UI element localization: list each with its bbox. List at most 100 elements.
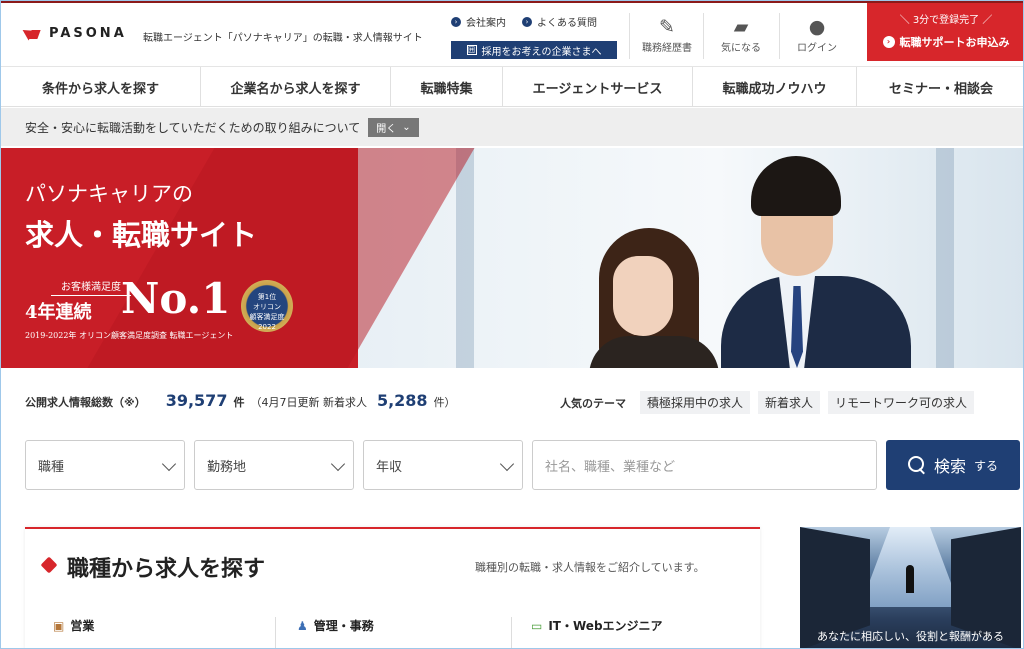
oricon-medal-icon: 第1位 オリコン 顧客満足度 2022 (241, 280, 293, 332)
hero-line-2: 求人・転職サイト (25, 218, 258, 252)
stats-new-unit: 件） (433, 396, 456, 409)
medal-rank: 第1位 (257, 293, 277, 301)
search-icon (907, 456, 926, 474)
nav-know-how[interactable]: 転職成功ノウハウ (693, 67, 857, 107)
favorites-button[interactable]: ▰ 気になる (703, 15, 779, 54)
man-photo (721, 156, 911, 368)
medal-year: 2022 (258, 323, 276, 331)
company-info-link[interactable]: › 会社案内 (451, 14, 506, 29)
category-admin-label: 管理・事務 (313, 619, 374, 633)
logo[interactable]: PASONA (25, 25, 127, 41)
theme-tag[interactable]: 新着求人 (758, 391, 821, 414)
notice-open-button[interactable]: 開く ⌄ (368, 117, 419, 137)
location-select[interactable]: 勤務地 (194, 440, 354, 490)
category-it[interactable]: ▭ IT・Webエンジニア (531, 617, 663, 634)
company-info-label: 会社案内 (466, 18, 506, 29)
side-banner[interactable]: あなたに相応しい、役割と報酬がある (800, 527, 1021, 648)
site-header: PASONA 転職エージェント「パソナキャリア」の転職・求人情報サイト › 会社… (1, 1, 1023, 67)
window-frame (936, 148, 954, 368)
arrow-circle-icon: › (522, 16, 532, 27)
chevron-down-icon (499, 456, 515, 472)
logo-text: PASONA (49, 25, 127, 41)
arrow-circle-icon: › (451, 16, 461, 27)
side-banner-caption: あなたに相応しい、役割と報酬がある (817, 630, 1004, 643)
divider (511, 617, 512, 648)
arrow-circle-icon: › (882, 36, 895, 48)
stats-label: 公開求人情報総数（※） (25, 396, 146, 409)
category-admin[interactable]: ♟ 管理・事務 (297, 617, 374, 634)
cta-bottom-label: 転職サポートお申込み (899, 36, 1010, 49)
category-sales-label: 営業 (70, 619, 95, 633)
person-silhouette (906, 565, 914, 593)
stats-unit: 件 (233, 396, 245, 409)
corporate-button[interactable]: 囲 採用をお考えの企業さまへ (451, 41, 617, 59)
section-mark-icon (43, 559, 59, 575)
job-stats: 公開求人情報総数（※） 39,577 件 （4月7日更新 新着求人 5,288 … (25, 391, 456, 410)
keyword-placeholder: 社名、職種、業種など (545, 459, 676, 475)
popular-themes: 人気のテーマ 積極採用中の求人 新着求人 リモートワーク可の求人 (560, 391, 975, 414)
login-label: ログイン (797, 43, 837, 54)
nav-search-by-company[interactable]: 企業名から求人を探す (201, 67, 391, 107)
woman-photo (589, 228, 719, 368)
job-type-select[interactable]: 職種 (25, 440, 185, 490)
utility-links: › 会社案内 › よくある質問 (451, 14, 597, 29)
themes-title: 人気のテーマ (560, 396, 626, 410)
chevron-down-icon (161, 456, 177, 472)
divider (275, 617, 276, 648)
hero-line-1: パソナキャリアの (25, 182, 193, 206)
location-value: 勤務地 (207, 459, 247, 475)
corporate-button-label: 採用をお考えの企業さまへ (481, 46, 602, 58)
stats-new-count: 5,288 (376, 391, 428, 410)
award-no1: No.1 (121, 274, 231, 323)
salary-select[interactable]: 年収 (363, 440, 523, 490)
site-tagline: 転職エージェント「パソナキャリア」の転職・求人情報サイト (143, 33, 423, 44)
salary-value: 年収 (376, 459, 403, 475)
job-category-section: 職種から求人を探す 職種別の転職・求人情報をご紹介しています。 ▣ 営業 ♟ 管… (25, 527, 760, 648)
resume-label: 職務経歴書 (642, 43, 692, 54)
category-sales[interactable]: ▣ 営業 (53, 617, 94, 634)
category-it-label: IT・Webエンジニア (548, 619, 663, 633)
section-subtitle: 職種別の転職・求人情報をご紹介しています。 (475, 561, 705, 574)
search-button-label: 検索 (933, 457, 966, 476)
register-cta-button[interactable]: ＼ 3分で登録完了 ／ › 転職サポートお申込み (867, 3, 1023, 61)
global-nav: 条件から求人を探す 企業名から求人を探す 転職特集 エージェントサービス 転職成… (1, 67, 1023, 107)
medal-brand: オリコン (253, 303, 281, 311)
nav-features[interactable]: 転職特集 (391, 67, 503, 107)
cta-bottom-text: › 転職サポートお申込み (867, 34, 1023, 50)
stats-total: 39,577 (165, 391, 228, 410)
folder-icon: ▰ (733, 16, 749, 38)
chevron-down-icon (330, 456, 346, 472)
theme-tag[interactable]: 積極採用中の求人 (640, 391, 751, 414)
resume-button[interactable]: ✎ 職務経歴書 (629, 15, 705, 54)
person-icon: ♟ (297, 618, 308, 633)
pasona-logo-icon (25, 25, 41, 41)
login-button[interactable]: ● ログイン (779, 15, 855, 54)
user-icon: ● (808, 16, 826, 38)
nav-agent-service[interactable]: エージェントサービス (503, 67, 693, 107)
safety-notice-bar: 安全・安心に転職活動をしていただくための取り組みについて 開く ⌄ (1, 108, 1023, 146)
theme-tag[interactable]: リモートワーク可の求人 (828, 391, 975, 414)
building-icon: 囲 (466, 45, 477, 55)
hero-headline: パソナキャリアの 求人・転職サイト (25, 178, 257, 254)
stats-update: （4月7日更新 新着求人 (250, 396, 367, 409)
keyword-input[interactable]: 社名、職種、業種など (532, 440, 877, 490)
award-satisfaction: お客様満足度 (51, 278, 131, 296)
award-years: 4年連続 (25, 302, 92, 323)
hero-banner[interactable]: パソナキャリアの 求人・転職サイト お客様満足度 4年連続 No.1 2019-… (1, 148, 1023, 368)
faq-link[interactable]: › よくある質問 (522, 14, 597, 29)
notice-open-label: 開く (376, 123, 397, 135)
nav-seminars[interactable]: セミナー・相談会 (857, 67, 1023, 107)
monitor-icon: ▭ (531, 618, 543, 633)
faq-label: よくある質問 (537, 18, 597, 29)
favorites-label: 気になる (721, 43, 761, 54)
medal-sub: 顧客満足度 (249, 313, 285, 321)
job-type-value: 職種 (38, 459, 65, 475)
search-button[interactable]: 検索 する (886, 440, 1020, 490)
page: PASONA 転職エージェント「パソナキャリア」の転職・求人情報サイト › 会社… (0, 0, 1024, 649)
section-title: 職種から求人を探す (67, 557, 266, 582)
cta-top-label: 3分で登録完了 (912, 15, 980, 26)
nav-search-by-conditions[interactable]: 条件から求人を探す (1, 67, 201, 107)
notice-text: 安全・安心に転職活動をしていただくための取り組みについて (25, 120, 361, 135)
resume-icon: ✎ (659, 16, 675, 38)
window-frame (456, 148, 474, 368)
